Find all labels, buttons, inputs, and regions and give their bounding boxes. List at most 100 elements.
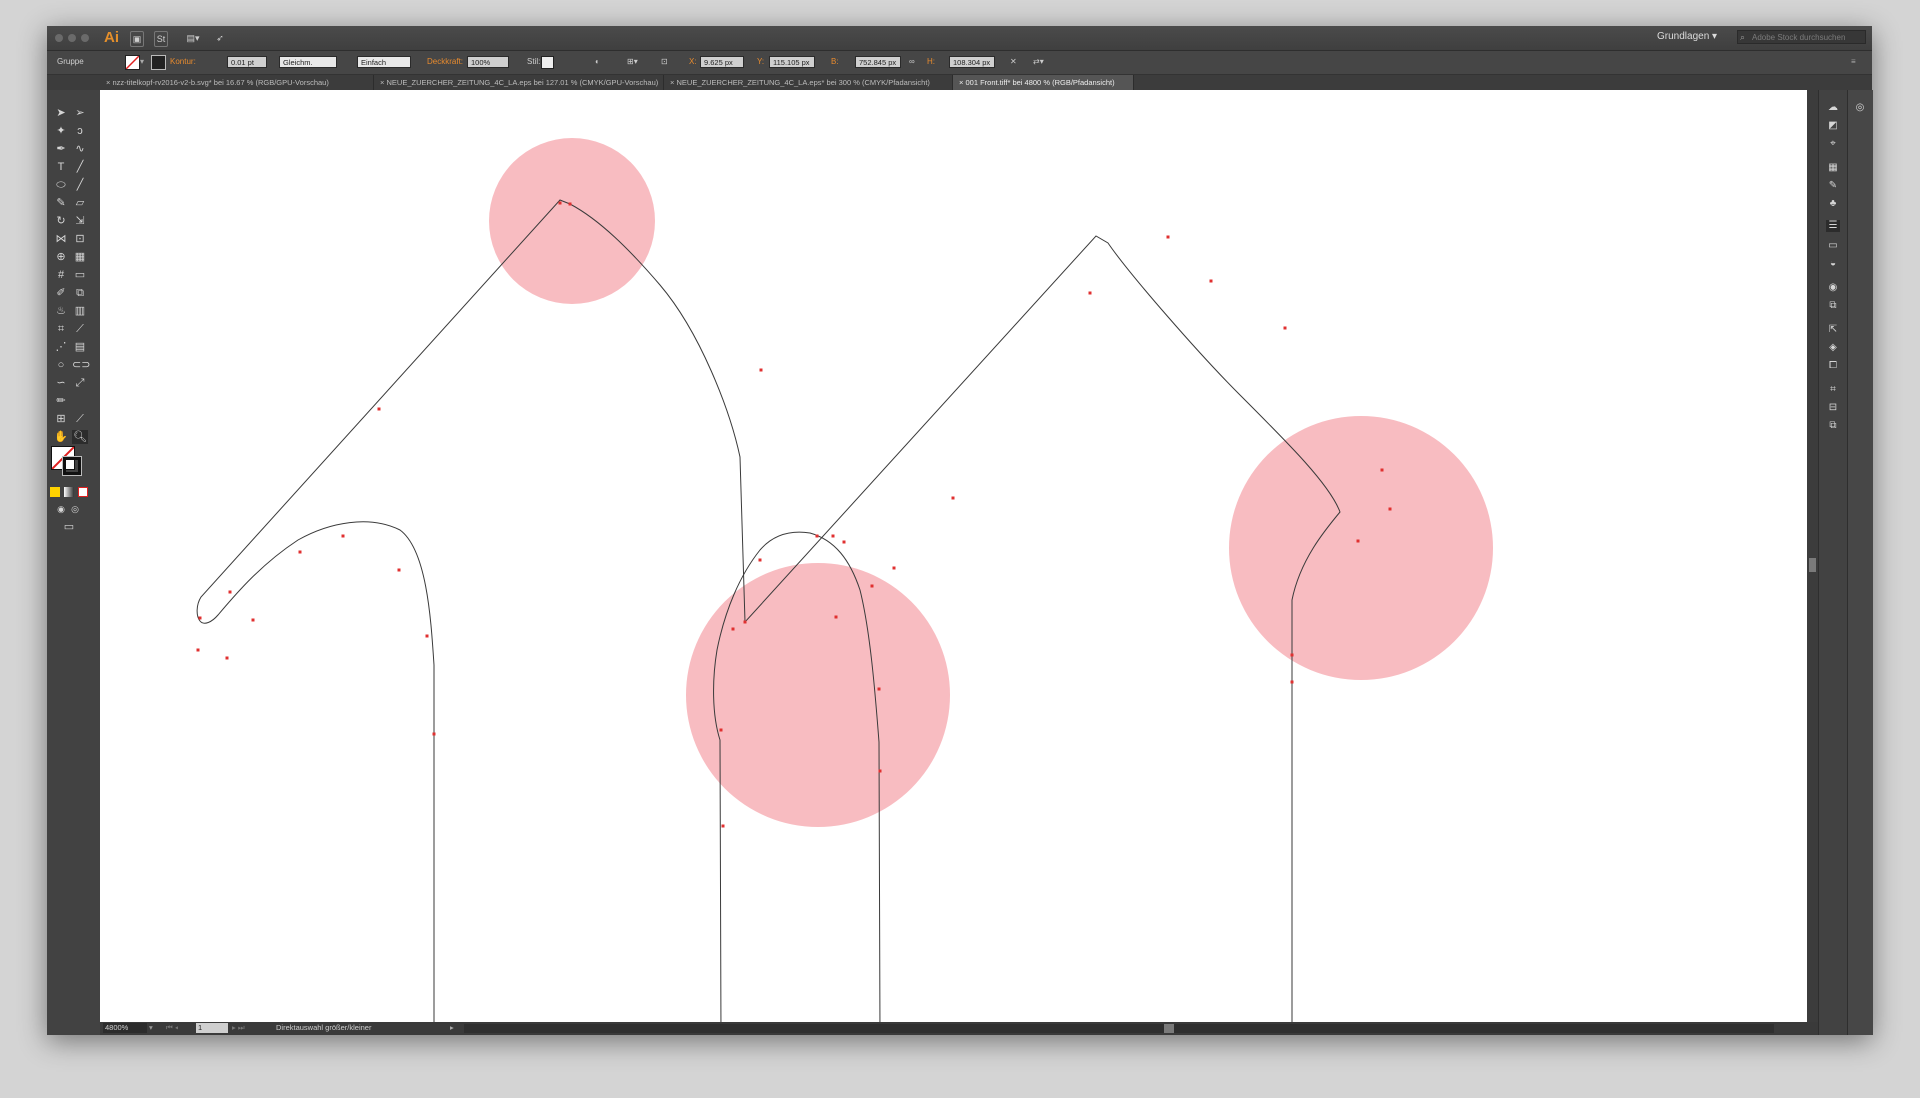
anchor-point[interactable] <box>568 202 572 206</box>
symbols-icon[interactable]: ♣ <box>1826 198 1840 210</box>
tab-nzz-eps-gpu[interactable]: × NEUE_ZUERCHER_ZEITUNG_4C_LA.eps bei 12… <box>374 75 664 90</box>
anchor-point[interactable] <box>1380 468 1384 472</box>
ellipse-tool-icon[interactable]: ⬭ <box>53 178 69 192</box>
anchor-point[interactable] <box>721 824 725 828</box>
tab-nzz-titelkopf[interactable]: × nzz-titelkopf-rv2016-v2-b.svg* bei 16.… <box>100 75 374 90</box>
next-artboard-icon[interactable]: ▸ ⏭ <box>232 1023 245 1033</box>
pencil-icon[interactable]: ✏ <box>53 394 69 408</box>
link-proportions-icon[interactable]: ∞ <box>909 57 915 66</box>
anchor-point[interactable] <box>877 687 881 691</box>
symbol-sprayer-icon[interactable]: ♨ <box>53 304 69 318</box>
arrange-documents-icon[interactable]: ▤▾ <box>183 31 203 45</box>
type-tool-icon[interactable]: T <box>53 160 69 174</box>
graphic-styles-icon[interactable]: ⧉ <box>1826 300 1840 312</box>
slice-tool-icon[interactable]: ⟋ <box>72 322 88 336</box>
measure-tool-icon[interactable]: ⟋ <box>72 412 88 426</box>
ellipse-shape-icon[interactable]: ○ <box>53 358 69 372</box>
panel-menu-icon[interactable]: ≡ <box>1851 57 1856 66</box>
workspace-switcher[interactable]: Grundlagen ▾ <box>1657 31 1717 42</box>
shaper-tool-icon[interactable]: ✎ <box>53 196 69 210</box>
anchor-point[interactable] <box>1166 235 1170 239</box>
horizontal-scrollbar[interactable] <box>464 1024 1774 1033</box>
rotate-tool-icon[interactable]: ↻ <box>53 214 69 228</box>
magic-wand-icon[interactable]: ✦ <box>53 124 69 138</box>
blend-tool-icon[interactable]: ⧉ <box>72 286 88 300</box>
x-field[interactable]: 9.625 px <box>700 56 744 68</box>
zoom-level-field[interactable]: 4800% <box>103 1023 147 1033</box>
close-icon[interactable]: × <box>959 78 963 87</box>
isolate-group-icon[interactable]: ⇄▾ <box>1033 57 1044 66</box>
anchor-point[interactable] <box>831 534 835 538</box>
zoom-dropdown-icon[interactable]: ▾ <box>149 1023 153 1032</box>
fill-swatch[interactable] <box>125 55 140 70</box>
gradient-tool-icon[interactable]: ▭ <box>72 268 88 282</box>
pen-tool-icon[interactable]: ✒ <box>53 142 69 156</box>
close-icon[interactable]: × <box>106 78 110 87</box>
none-mode-icon[interactable] <box>78 487 88 497</box>
opacity-field[interactable]: 100% <box>467 56 509 68</box>
stroke-color-box[interactable] <box>62 456 82 476</box>
status-menu-icon[interactable]: ▸ <box>450 1023 454 1032</box>
variable-width-profile[interactable]: Gleichm. <box>279 56 337 68</box>
bridge-icon[interactable]: ▣ <box>130 31 144 47</box>
stock-search-input[interactable]: Adobe Stock durchsuchen <box>1737 30 1866 44</box>
brush-definition[interactable]: Einfach <box>357 56 411 68</box>
height-field[interactable]: 108.304 px <box>949 56 995 68</box>
fill-dropdown-icon[interactable]: ▾ <box>140 57 144 66</box>
color-mode-icon[interactable] <box>50 487 60 497</box>
graphic-style-swatch[interactable] <box>541 56 554 69</box>
anchor-point[interactable] <box>198 616 202 620</box>
width-tool-icon[interactable]: ⋈ <box>53 232 69 246</box>
anchor-point[interactable] <box>298 550 302 554</box>
join-tool-icon[interactable]: ⊂⊃ <box>72 358 90 372</box>
anchor-point[interactable] <box>558 201 562 205</box>
anchor-point[interactable] <box>834 615 838 619</box>
anchor-point[interactable] <box>878 769 882 773</box>
selection-tool-icon[interactable]: ➤ <box>53 106 69 120</box>
graph-tool-icon[interactable]: ▥ <box>72 304 88 318</box>
screen-mode-icon[interactable]: ▭ <box>61 520 77 534</box>
line-tool-icon[interactable]: ╱ <box>72 160 88 174</box>
width-field[interactable]: 752.845 px <box>855 56 901 68</box>
scale-tool-icon[interactable]: ⇲ <box>72 214 88 228</box>
artboards-panel-icon[interactable]: ⧠ <box>1826 360 1840 372</box>
layers-icon[interactable]: ◈ <box>1826 342 1840 354</box>
live-paint-icon[interactable]: ▤ <box>72 340 88 354</box>
anchor-point[interactable] <box>397 568 401 572</box>
canvas-artboard[interactable] <box>100 90 1807 1022</box>
gpu-performance-icon[interactable]: ➶ <box>213 31 227 45</box>
gradient-mode-icon[interactable] <box>64 487 74 497</box>
anchor-point[interactable] <box>842 540 846 544</box>
puppet-warp-icon[interactable]: ⋰ <box>53 340 69 354</box>
tab-front-tiff[interactable]: × 001 Front.tiff* bei 4800 % (RGB/Pfadan… <box>953 75 1134 90</box>
minimize-window-button[interactable] <box>68 34 76 42</box>
draw-behind-icon[interactable]: ◎ <box>67 502 83 516</box>
anchor-point[interactable] <box>196 648 200 652</box>
direct-selection-tool-icon[interactable]: ➢ <box>72 106 88 120</box>
appearance-icon[interactable]: ◉ <box>1826 282 1840 294</box>
properties-icon[interactable]: ◩ <box>1826 120 1840 132</box>
anchor-point[interactable] <box>1290 653 1294 657</box>
smooth-tool-icon[interactable]: ∽ <box>53 376 69 390</box>
curvature-tool-icon[interactable]: ∿ <box>72 142 88 156</box>
anchor-point[interactable] <box>870 584 874 588</box>
anchor-point[interactable] <box>1290 680 1294 684</box>
anchor-point[interactable] <box>1283 326 1287 330</box>
eraser-icon[interactable]: ▱ <box>72 196 88 210</box>
recolor-icon[interactable]: ◐ <box>595 57 600 66</box>
h-scroll-thumb[interactable] <box>1164 1024 1174 1033</box>
gradient-panel-icon[interactable]: ▭ <box>1826 240 1840 252</box>
swatches-icon[interactable]: ▦ <box>1826 162 1840 174</box>
libraries-icon[interactable]: ☁ <box>1826 102 1840 114</box>
align-icon[interactable]: ⊞▾ <box>627 57 638 66</box>
shape-builder-icon[interactable]: ⊕ <box>53 250 69 264</box>
transform-icon[interactable]: ✕ <box>1010 57 1017 66</box>
anchor-point[interactable] <box>1388 507 1392 511</box>
perspective-grid-icon[interactable]: ▦ <box>72 250 88 264</box>
y-field[interactable]: 115.105 px <box>769 56 815 68</box>
hand-tool-icon[interactable]: ✋ <box>53 430 69 444</box>
anchor-point[interactable] <box>225 656 229 660</box>
stroke-swatch[interactable] <box>151 55 166 70</box>
anchor-point[interactable] <box>1209 279 1213 283</box>
close-icon[interactable]: × <box>380 78 384 87</box>
